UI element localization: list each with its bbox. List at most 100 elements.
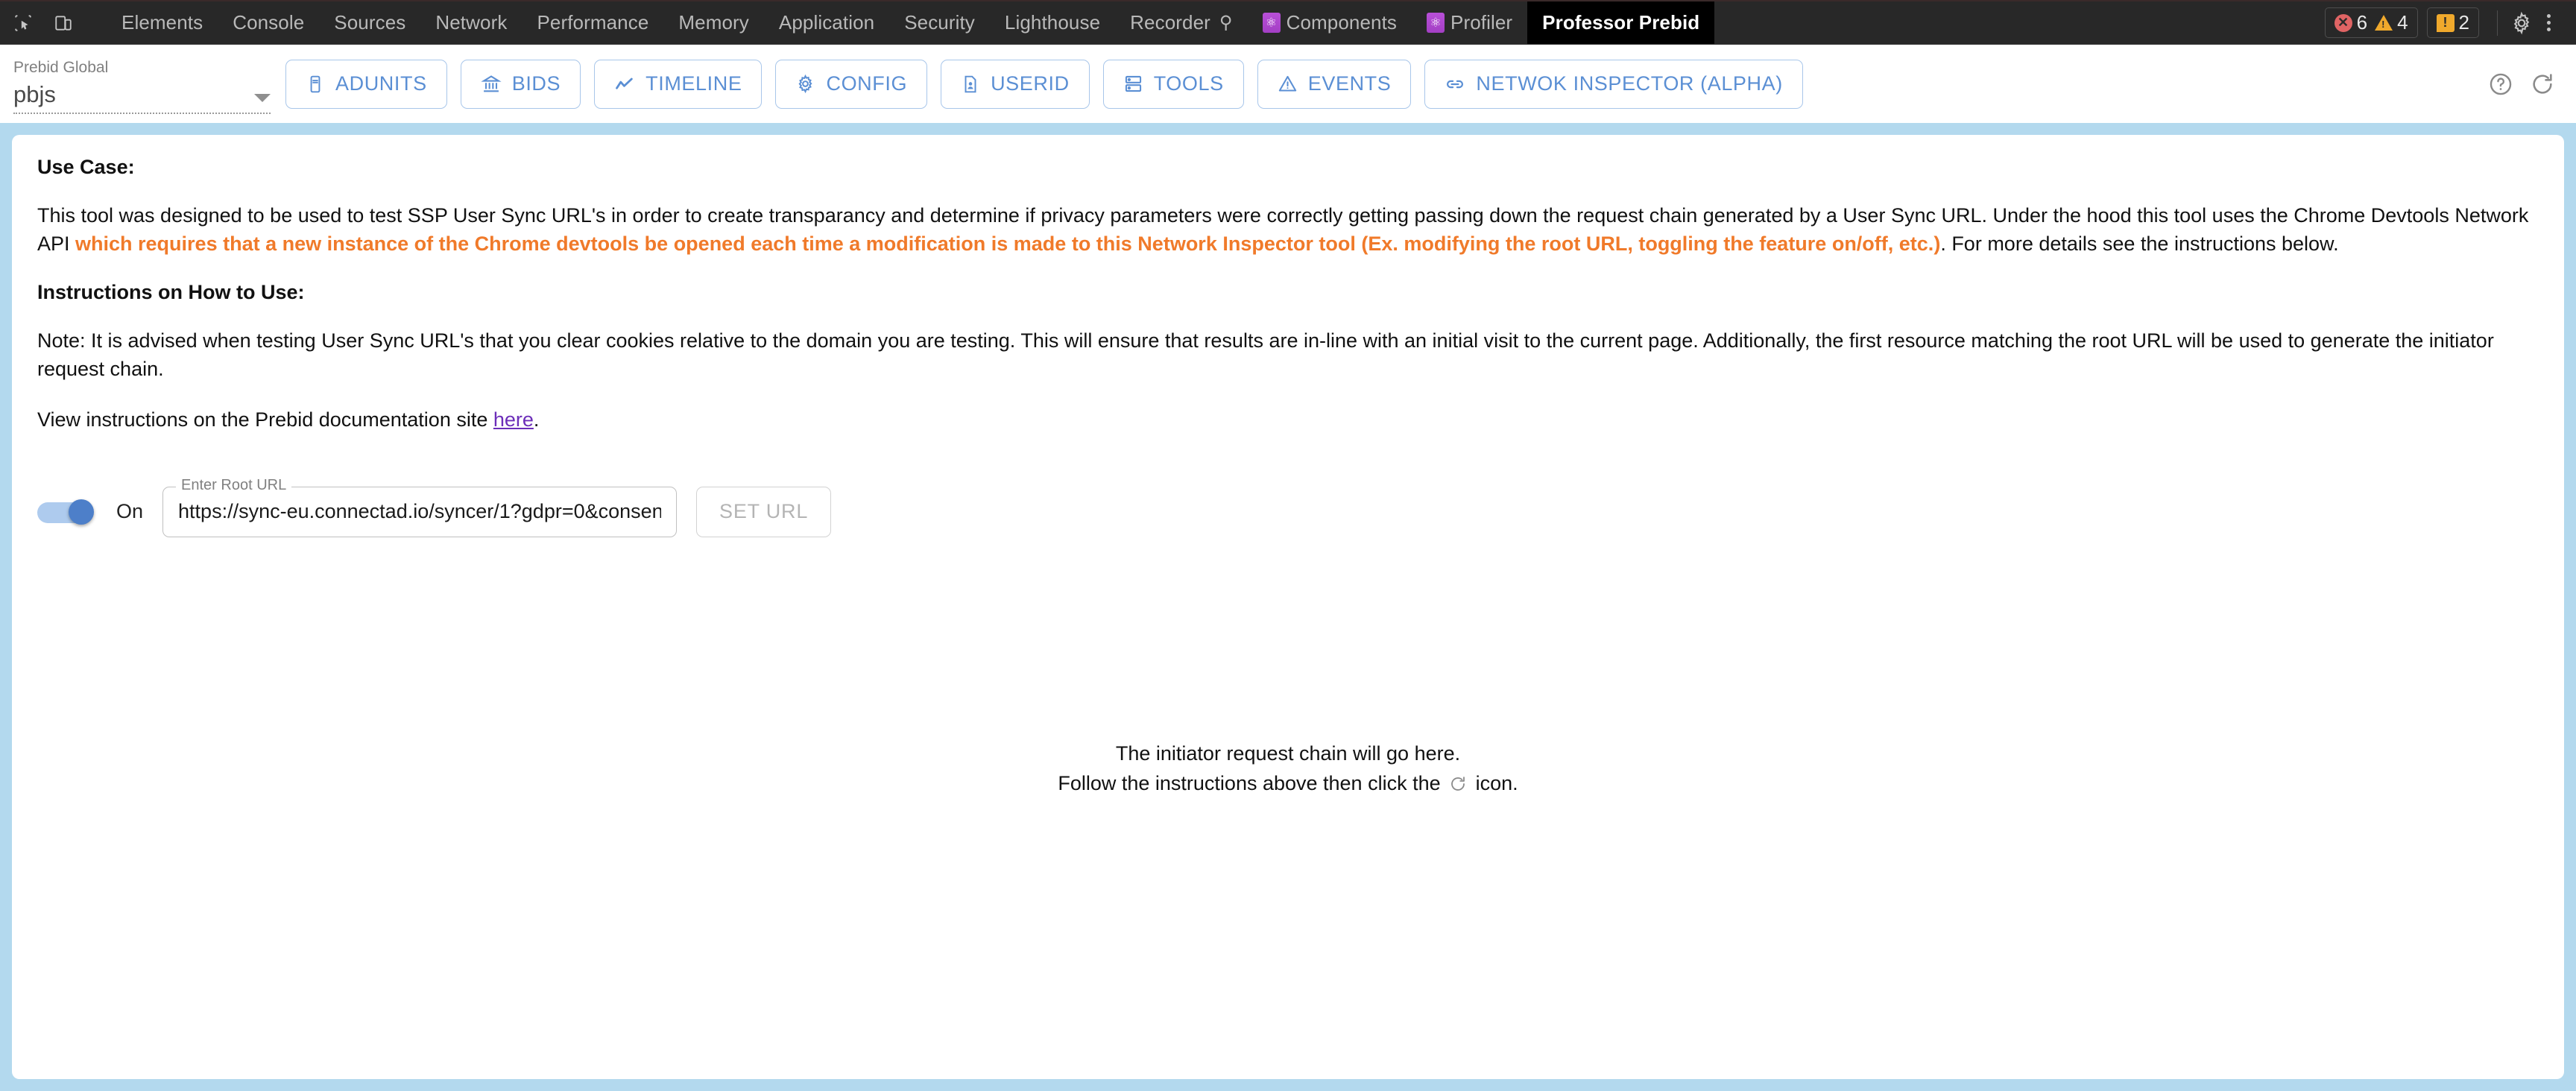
more-options-icon[interactable]	[2536, 14, 2561, 31]
tab-elements[interactable]: Elements	[107, 1, 218, 44]
nav-button-config[interactable]: CONFIG	[775, 60, 927, 109]
nav-button-timeline[interactable]: TIMELINE	[594, 60, 762, 109]
tab-label: Lighthouse	[1005, 11, 1100, 34]
devtools-tab-list: Elements Console Sources Network Perform…	[107, 1, 1714, 44]
settings-gear-icon[interactable]	[2510, 11, 2534, 35]
tab-label: Application	[779, 11, 874, 34]
tab-label: Memory	[678, 11, 749, 34]
use-case-paragraph: This tool was designed to be used to tes…	[37, 201, 2539, 259]
warning-icon	[2375, 15, 2393, 31]
issues-counter[interactable]: ! 2	[2427, 7, 2479, 38]
nav-button-userid[interactable]: USERID	[941, 60, 1090, 109]
prebid-global-select[interactable]: Prebid Global pbjs	[13, 54, 271, 114]
warning-triangle-icon	[1278, 74, 1298, 94]
prebid-toolbar-right-icons	[2488, 72, 2558, 97]
devtools-status-area: ✕ 6 4 ! 2	[2325, 1, 2576, 44]
use-case-heading: Use Case:	[37, 156, 2539, 179]
tab-lighthouse[interactable]: Lighthouse	[990, 1, 1115, 44]
nav-button-events[interactable]: EVENTS	[1257, 60, 1412, 109]
prebid-global-value-row[interactable]: pbjs	[13, 81, 271, 114]
prebid-global-label: Prebid Global	[13, 59, 271, 77]
tab-label: Elements	[121, 11, 203, 34]
root-url-input[interactable]	[162, 487, 677, 537]
bank-icon	[481, 74, 502, 95]
issue-counter: ! 2	[2437, 11, 2469, 34]
nav-button-network-inspector[interactable]: NETWOK INSPECTOR (ALPHA)	[1424, 60, 1802, 109]
nav-button-label: BIDS	[512, 72, 561, 95]
documentation-suffix: .	[534, 408, 540, 431]
documentation-prefix: View instructions on the Prebid document…	[37, 408, 493, 431]
tab-label: Profiler	[1450, 11, 1512, 34]
tab-label: Professor Prebid	[1542, 11, 1699, 34]
tab-label: Components	[1287, 11, 1397, 34]
tab-label: Console	[233, 11, 304, 34]
userid-document-icon	[961, 75, 980, 94]
chevron-down-icon	[254, 94, 271, 102]
status-divider	[2497, 10, 2498, 36]
tab-profiler[interactable]: ⚛ Profiler	[1412, 1, 1527, 44]
tab-application[interactable]: Application	[764, 1, 889, 44]
nav-button-tools[interactable]: TOOLS	[1103, 60, 1244, 109]
prebid-global-value: pbjs	[13, 81, 56, 108]
set-url-button[interactable]: SET URL	[696, 487, 831, 537]
issue-count: 2	[2459, 11, 2469, 34]
tab-console[interactable]: Console	[218, 1, 319, 44]
tab-label: Network	[435, 11, 507, 34]
tab-professor-prebid[interactable]: Professor Prebid	[1527, 1, 1714, 44]
tab-components[interactable]: ⚛ Components	[1248, 1, 1412, 44]
nav-button-label: TIMELINE	[645, 72, 742, 95]
tab-security[interactable]: Security	[889, 1, 990, 44]
empty-state-line-1: The initiator request chain will go here…	[37, 739, 2539, 769]
tab-label: Performance	[537, 11, 648, 34]
nav-button-label: NETWOK INSPECTOR (ALPHA)	[1476, 72, 1782, 95]
help-circle-icon[interactable]	[2488, 72, 2513, 97]
toggle-state-label: On	[116, 500, 143, 523]
flask-icon: ⚲	[1219, 12, 1233, 34]
warning-counter: 4	[2375, 11, 2408, 34]
devtools-top-bar: Elements Console Sources Network Perform…	[0, 0, 2576, 45]
nav-button-adunits[interactable]: ADUNITS	[285, 60, 447, 109]
empty-state-line-2: Follow the instructions above then click…	[37, 768, 2539, 802]
tab-memory[interactable]: Memory	[663, 1, 764, 44]
tab-label: Recorder	[1130, 11, 1210, 34]
page-background: Use Case: This tool was designed to be u…	[0, 123, 2576, 1091]
inspect-element-icon[interactable]	[10, 10, 36, 36]
gear-icon	[795, 74, 815, 94]
nav-button-label: EVENTS	[1308, 72, 1392, 95]
toggle-knob	[69, 499, 94, 525]
nav-button-label: ADUNITS	[335, 72, 427, 95]
device-toolbar-icon[interactable]	[51, 10, 76, 36]
nav-button-label: CONFIG	[826, 72, 907, 95]
tab-performance[interactable]: Performance	[522, 1, 663, 44]
error-warning-counter[interactable]: ✕ 6 4	[2325, 7, 2418, 38]
empty-state-suffix: icon.	[1470, 772, 1518, 794]
react-logo-icon: ⚛	[1427, 13, 1445, 33]
instructions-heading: Instructions on How to Use:	[37, 281, 2539, 304]
empty-state-message: The initiator request chain will go here…	[37, 739, 2539, 802]
network-inspector-card: Use Case: This tool was designed to be u…	[12, 135, 2564, 1079]
issue-icon: !	[2437, 14, 2455, 32]
tab-label: Security	[904, 11, 975, 34]
nav-button-label: TOOLS	[1154, 72, 1224, 95]
root-url-legend: Enter Root URL	[176, 477, 291, 494]
refresh-icon	[1449, 771, 1467, 802]
adunit-icon	[306, 75, 325, 94]
tab-recorder[interactable]: Recorder ⚲	[1115, 1, 1247, 44]
use-case-highlight: which requires that a new instance of th…	[75, 233, 1940, 255]
warning-count: 4	[2397, 11, 2408, 34]
root-url-field: Enter Root URL	[162, 487, 677, 537]
use-case-text-after: . For more details see the instructions …	[1940, 233, 2338, 255]
tab-sources[interactable]: Sources	[319, 1, 420, 44]
react-logo-icon: ⚛	[1263, 13, 1281, 33]
network-inspector-toggle[interactable]	[37, 499, 97, 525]
tools-server-icon	[1123, 74, 1143, 94]
instructions-note: Note: It is advised when testing User Sy…	[37, 326, 2539, 384]
link-icon	[1445, 74, 1465, 95]
tab-label: Sources	[334, 11, 405, 34]
nav-button-bids[interactable]: BIDS	[461, 60, 581, 109]
refresh-icon[interactable]	[2530, 72, 2555, 97]
prebid-toolbar: Prebid Global pbjs ADUNITS BIDS	[0, 45, 2576, 123]
prebid-docs-link[interactable]: here	[493, 408, 534, 431]
devtools-left-icons	[0, 1, 107, 44]
tab-network[interactable]: Network	[420, 1, 522, 44]
